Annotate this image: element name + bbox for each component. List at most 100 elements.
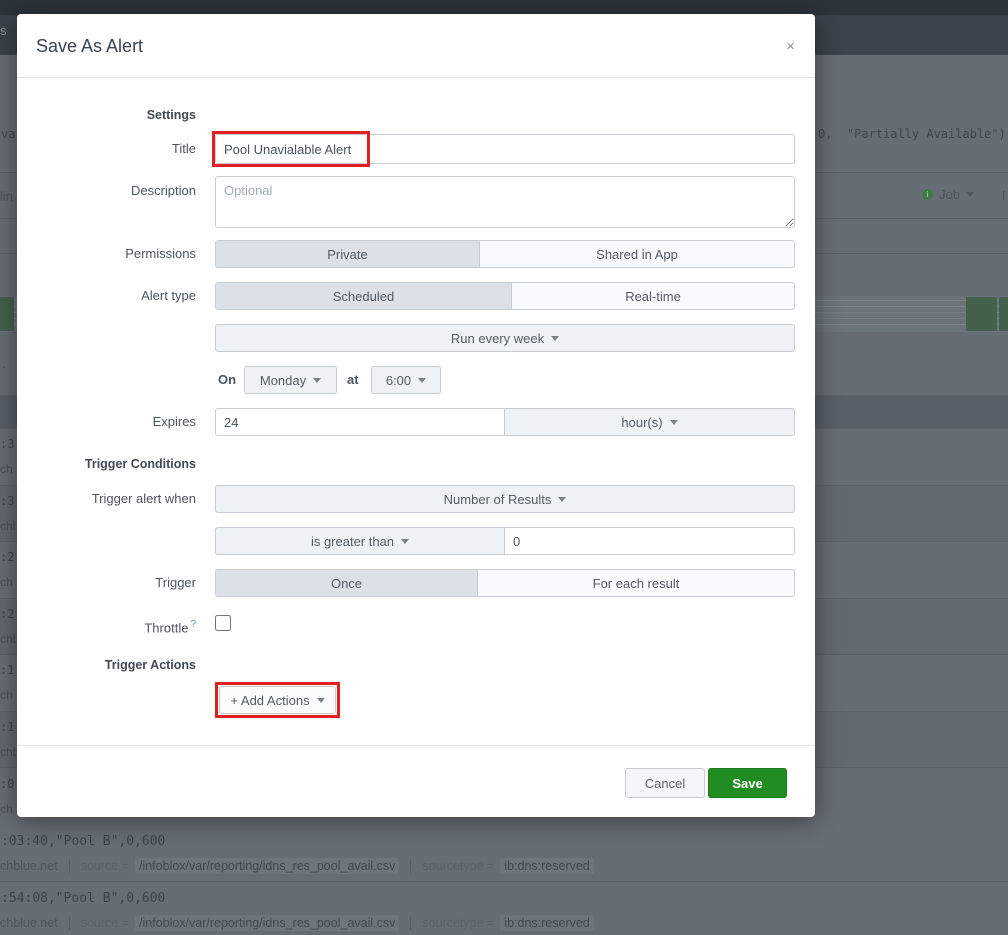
field-separator bbox=[69, 917, 70, 930]
day-value: Monday bbox=[260, 373, 306, 388]
event-host[interactable]: chblue.net bbox=[0, 916, 58, 930]
event-raw-text: :03:40,"Pool B",0,600 bbox=[1, 834, 165, 849]
comparator-dropdown[interactable]: is greater than bbox=[215, 527, 505, 555]
modal-header-divider bbox=[17, 77, 815, 78]
expires-unit-dropdown[interactable]: hour(s) bbox=[504, 408, 795, 436]
alert-type-toggle: Scheduled Real-time bbox=[215, 282, 795, 310]
alert-type-label: Alert type bbox=[17, 282, 196, 310]
event-time-fragment: :3 bbox=[0, 494, 14, 508]
description-label: Description bbox=[17, 176, 196, 206]
event-time-fragment: :1 bbox=[0, 663, 14, 677]
expires-input[interactable] bbox=[215, 408, 505, 436]
time-dropdown[interactable]: 6:00 bbox=[371, 366, 441, 394]
chevron-down-icon bbox=[401, 539, 409, 544]
event-time-fragment: :2 bbox=[0, 607, 14, 621]
sourcetype-field-label: sourcetype = bbox=[422, 859, 494, 873]
permissions-shared-option[interactable]: Shared in App bbox=[480, 241, 794, 267]
save-button[interactable]: Save bbox=[708, 768, 787, 798]
cancel-button[interactable]: Cancel bbox=[625, 768, 705, 798]
source-field-label: source = bbox=[81, 916, 129, 930]
timeline-bar[interactable] bbox=[966, 297, 997, 331]
chevron-down-icon bbox=[966, 192, 974, 197]
timeline-bar[interactable] bbox=[0, 297, 14, 331]
threshold-input[interactable] bbox=[504, 527, 795, 555]
screen: s vai 0, "Partially Available") | lin i … bbox=[0, 0, 1008, 935]
permissions-label: Permissions bbox=[17, 240, 196, 268]
permissions-private-option[interactable]: Private bbox=[216, 241, 480, 267]
source-field-label: source = bbox=[81, 859, 129, 873]
chevron-down-icon bbox=[317, 698, 325, 703]
throttle-label-text: Throttle bbox=[144, 620, 188, 635]
job-menu-label: Job bbox=[939, 187, 960, 202]
field-separator bbox=[410, 860, 411, 873]
app-bar-text-fragment: s bbox=[0, 23, 7, 38]
chevron-down-icon bbox=[670, 420, 678, 425]
search-query-fragment-right: 0, "Partially Available") | bbox=[818, 127, 1008, 141]
chevron-down-icon bbox=[558, 497, 566, 502]
help-icon[interactable]: ? bbox=[190, 619, 196, 630]
event-divider bbox=[0, 881, 1008, 882]
alert-type-scheduled-option[interactable]: Scheduled bbox=[216, 283, 512, 309]
title-label: Title bbox=[17, 134, 196, 164]
chevron-down-icon bbox=[418, 378, 426, 383]
trigger-each-result-option[interactable]: For each result bbox=[478, 570, 794, 596]
at-label: at bbox=[347, 366, 359, 394]
close-icon[interactable]: × bbox=[786, 38, 795, 55]
trigger-actions-section-header: Trigger Actions bbox=[17, 658, 196, 672]
event-time-fragment: :0 bbox=[0, 777, 14, 791]
description-textarea[interactable] bbox=[215, 176, 795, 228]
on-label: On bbox=[218, 366, 236, 394]
event-time-fragment: :3 bbox=[0, 437, 14, 451]
event-time-fragment: :1 bbox=[0, 720, 14, 734]
permissions-toggle: Private Shared in App bbox=[215, 240, 795, 268]
throttle-checkbox[interactable] bbox=[215, 615, 231, 631]
chevron-down-icon bbox=[551, 336, 559, 341]
comparator-value: is greater than bbox=[311, 534, 394, 549]
trigger-once-option[interactable]: Once bbox=[216, 570, 478, 596]
source-field-value[interactable]: /infoblox/var/reporting/idns_res_pool_av… bbox=[135, 858, 399, 874]
timeline-bar[interactable] bbox=[999, 297, 1008, 331]
job-menu[interactable]: i Job bbox=[922, 187, 974, 202]
trigger-toggle: Once For each result bbox=[215, 569, 795, 597]
sourcetype-field-value[interactable]: ib:dns:reserved bbox=[500, 915, 593, 931]
source-field-value[interactable]: /infoblox/var/reporting/idns_res_pool_av… bbox=[135, 915, 399, 931]
day-dropdown[interactable]: Monday bbox=[244, 366, 337, 394]
title-input[interactable] bbox=[215, 134, 795, 164]
event-raw-text: :54:08,"Pool B",0,600 bbox=[1, 891, 165, 906]
time-value: 6:00 bbox=[386, 373, 411, 388]
settings-section-header: Settings bbox=[17, 108, 196, 122]
event-count-fragment: lin bbox=[0, 189, 13, 204]
toolbar-next-item-fragment: I bbox=[1002, 188, 1006, 203]
expires-unit-value: hour(s) bbox=[621, 415, 662, 430]
event-meta-row: chblue.net source = /infoblox/var/report… bbox=[0, 915, 594, 931]
event-host-fragment: ch bbox=[0, 802, 13, 816]
add-actions-button[interactable]: + Add Actions bbox=[219, 686, 336, 714]
modal-footer-divider bbox=[17, 745, 815, 746]
event-meta-row: chblue.net source = /infoblox/var/report… bbox=[0, 858, 594, 874]
field-separator bbox=[410, 917, 411, 930]
event-host-fragment: ch bbox=[0, 575, 13, 589]
job-info-icon: i bbox=[922, 189, 933, 200]
throttle-label: Throttle? bbox=[17, 617, 196, 636]
trigger-label: Trigger bbox=[17, 569, 196, 597]
save-as-alert-modal: Save As Alert × Settings Title Descripti… bbox=[17, 14, 815, 817]
run-every-label: Run every week bbox=[451, 331, 544, 346]
trigger-when-label: Trigger alert when bbox=[17, 485, 196, 513]
trigger-conditions-section-header: Trigger Conditions bbox=[17, 457, 196, 471]
run-every-dropdown[interactable]: Run every week bbox=[215, 324, 795, 352]
modal-title: Save As Alert bbox=[36, 36, 143, 57]
sourcetype-field-value[interactable]: ib:dns:reserved bbox=[500, 858, 593, 874]
event-host[interactable]: chblue.net bbox=[0, 859, 58, 873]
trigger-when-value: Number of Results bbox=[444, 492, 552, 507]
alert-type-realtime-option[interactable]: Real-time bbox=[512, 283, 794, 309]
event-host-fragment: ch bbox=[0, 462, 13, 476]
sourcetype-field-label: sourcetype = bbox=[422, 916, 494, 930]
top-navbar bbox=[0, 0, 1008, 15]
add-actions-label: + Add Actions bbox=[230, 693, 309, 708]
event-host-fragment: ch bbox=[0, 688, 13, 702]
trigger-when-dropdown[interactable]: Number of Results bbox=[215, 485, 795, 513]
event-time-fragment: :2 bbox=[0, 550, 14, 564]
expires-label: Expires bbox=[17, 408, 196, 436]
timeline-controls-fragment: . bbox=[2, 356, 6, 371]
field-separator bbox=[69, 860, 70, 873]
